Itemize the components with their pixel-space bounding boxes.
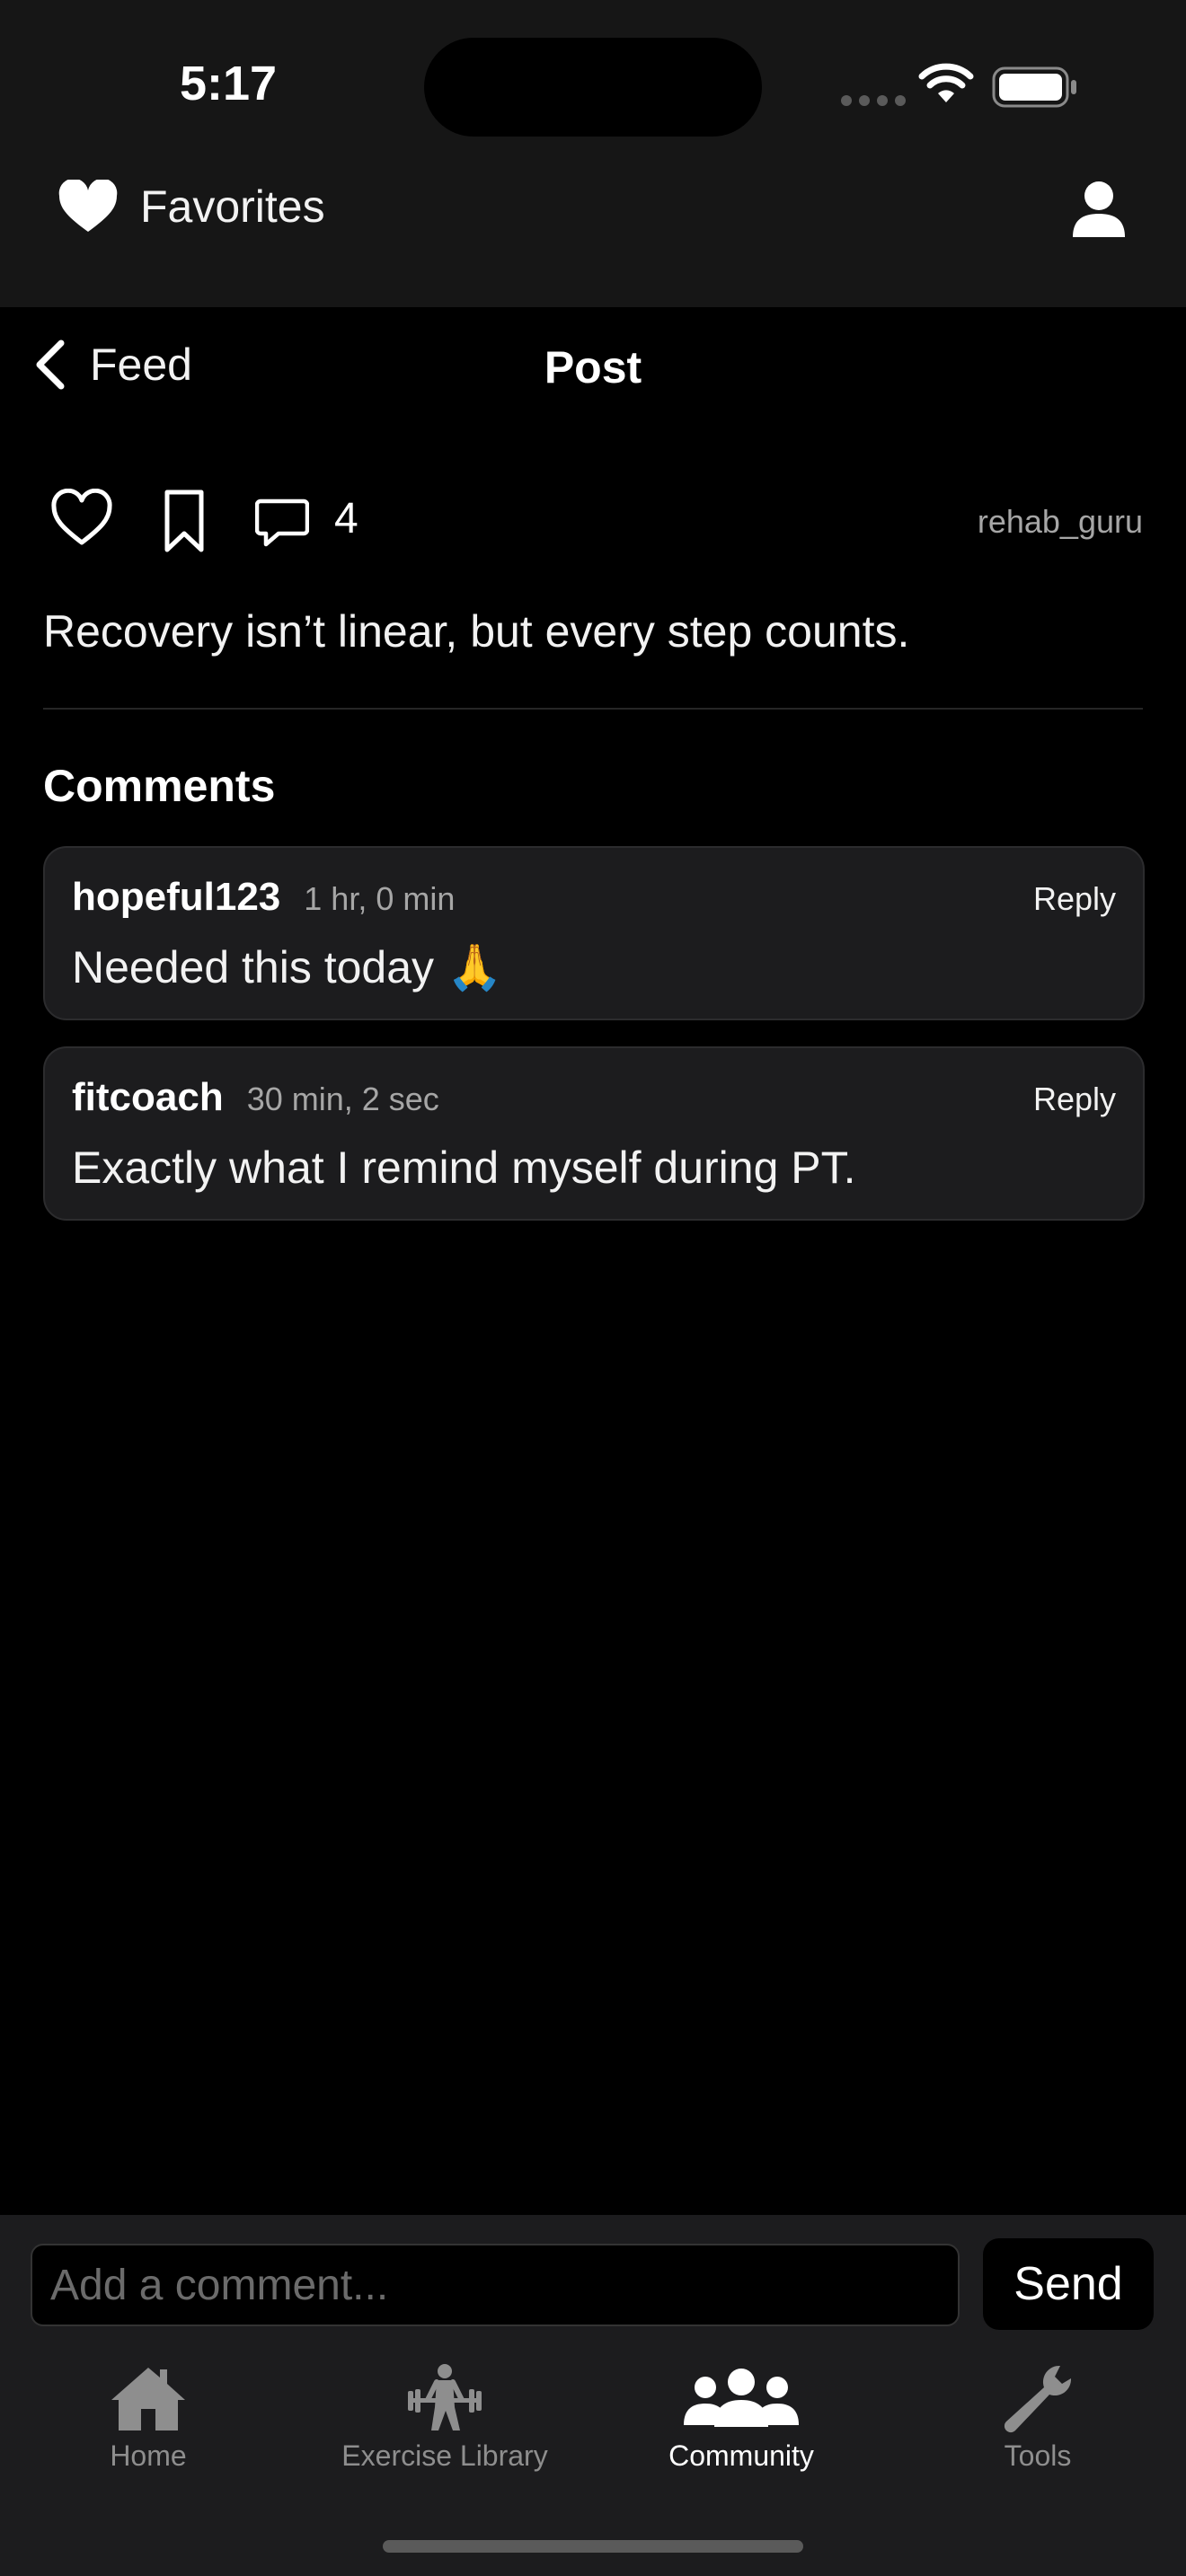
reply-button[interactable]: Reply — [1033, 1081, 1116, 1118]
battery-icon — [992, 66, 1076, 108]
tab-community[interactable]: Community — [593, 2362, 890, 2473]
comment-card: fitcoach 30 min, 2 sec Reply Exactly what… — [43, 1046, 1145, 1221]
comment-time: 1 hr, 0 min — [304, 880, 456, 917]
tab-label: Home — [110, 2439, 187, 2472]
cellular-signal-icon — [841, 95, 906, 106]
comment-card: hopeful123 1 hr, 0 min Reply Needed this … — [43, 846, 1145, 1020]
comment-composer: Send — [0, 2215, 1186, 2341]
divider — [43, 708, 1143, 710]
post-actions: 4 rehab_guru — [43, 489, 1143, 557]
tab-exercise-library[interactable]: Exercise Library — [296, 2362, 593, 2473]
status-time: 5:17 — [180, 57, 278, 110]
comment-user: fitcoach 30 min, 2 sec — [72, 1075, 439, 1120]
comment-user: hopeful123 1 hr, 0 min — [72, 875, 455, 920]
house-icon — [111, 2368, 185, 2430]
navigation-bar: Feed Post — [0, 307, 1186, 424]
tab-label: Exercise Library — [341, 2439, 548, 2472]
person-icon[interactable] — [1069, 180, 1128, 239]
top-bar: 5:17 Favorites — [0, 0, 1186, 307]
wifi-icon — [918, 63, 974, 102]
like-heart-icon[interactable] — [50, 489, 113, 546]
home-indicator — [383, 2540, 803, 2553]
comment-username: hopeful123 — [72, 875, 281, 919]
comment-username: fitcoach — [72, 1075, 224, 1119]
tab-home[interactable]: Home — [0, 2362, 296, 2473]
wrench-icon — [1004, 2365, 1072, 2433]
tab-label: Tools — [1004, 2439, 1072, 2472]
people-icon — [684, 2369, 799, 2427]
page-title: Post — [544, 342, 642, 393]
post-text: Recovery isn’t linear, but every step co… — [43, 606, 910, 657]
weightlifter-icon — [408, 2364, 482, 2430]
comment-count: 4 — [334, 495, 358, 543]
tab-tools[interactable]: Tools — [890, 2362, 1186, 2473]
dynamic-island — [424, 38, 762, 137]
comments-title: Comments — [43, 761, 276, 811]
reply-button[interactable]: Reply — [1033, 880, 1116, 918]
favorites-button[interactable]: Favorites — [58, 180, 325, 234]
favorites-label: Favorites — [140, 181, 325, 232]
comment-bubble-icon[interactable] — [255, 498, 309, 548]
comment-text: Exactly what I remind myself during PT. — [72, 1142, 856, 1193]
tab-label: Community — [668, 2439, 814, 2472]
comment-input[interactable] — [31, 2244, 960, 2326]
heart-filled-icon — [58, 180, 118, 232]
comment-time: 30 min, 2 sec — [246, 1081, 439, 1117]
comment-text: Needed this today 🙏 — [72, 942, 503, 992]
send-button[interactable]: Send — [983, 2238, 1154, 2330]
post-author[interactable]: rehab_guru — [978, 503, 1143, 541]
bookmark-icon[interactable] — [162, 489, 207, 553]
